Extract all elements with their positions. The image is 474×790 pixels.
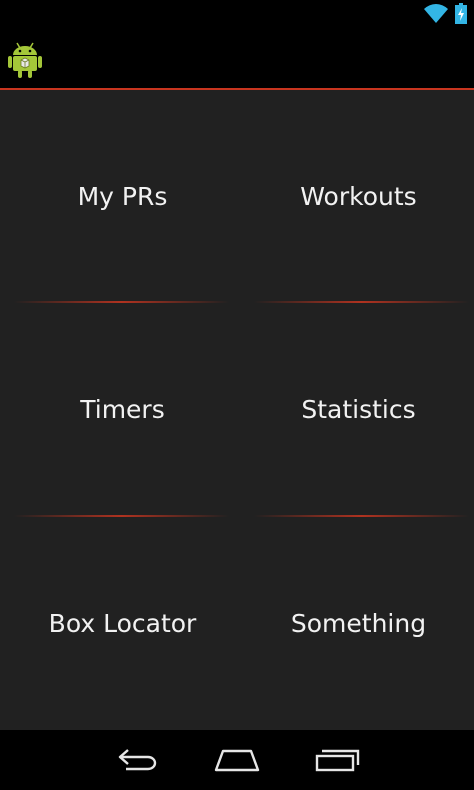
android-app-icon[interactable]	[8, 41, 42, 79]
recent-apps-icon	[315, 749, 360, 772]
menu-item-label: Statistics	[301, 395, 416, 424]
back-button[interactable]	[112, 744, 164, 776]
home-icon	[214, 749, 260, 772]
menu-item-box-locator[interactable]: Box Locator	[4, 517, 241, 730]
action-bar	[0, 28, 474, 88]
wifi-icon	[424, 4, 448, 24]
recent-apps-button[interactable]	[311, 744, 363, 776]
menu-item-workouts[interactable]: Workouts	[240, 90, 474, 303]
battery-charging-icon	[455, 3, 467, 24]
menu-item-statistics[interactable]: Statistics	[240, 303, 474, 516]
menu-item-my-prs[interactable]: My PRs	[4, 90, 241, 303]
back-icon	[118, 749, 157, 771]
screen: My PRs Workouts Timers Statistics Box Lo…	[0, 0, 474, 790]
menu-item-label: My PRs	[77, 182, 168, 211]
menu-item-something[interactable]: Something	[240, 517, 474, 730]
menu-item-label: Something	[290, 609, 427, 638]
navigation-bar	[0, 730, 474, 790]
menu-item-label: Timers	[80, 395, 165, 424]
menu-item-timers[interactable]: Timers	[4, 303, 241, 516]
status-bar	[0, 0, 474, 28]
menu-item-label: Workouts	[300, 182, 417, 211]
menu-item-label: Box Locator	[48, 609, 197, 638]
menu-grid: My PRs Workouts Timers Statistics Box Lo…	[0, 90, 474, 730]
home-button[interactable]	[211, 744, 263, 776]
